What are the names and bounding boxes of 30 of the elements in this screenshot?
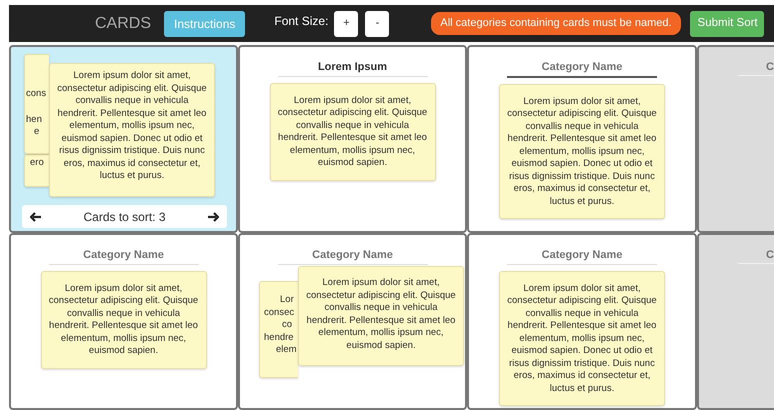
card-text: Lor (280, 294, 294, 306)
next-arrow-icon[interactable] (207, 212, 219, 222)
card[interactable]: Lorem ipsum dolor sit amet, consectetur adipiscing elit. Quisque convallis neque in vehicula hendrerit. Pellentesque sit amet leo elementum, mollis ipsum nec, euismod sapien. Donec ut odio et risus dignissim tristique. Duis nunc eros, maximus id consectetur et, luctus et purus. (499, 270, 665, 406)
card[interactable]: ero (24, 154, 49, 187)
category-name-field: C (738, 247, 774, 264)
card-text: elem (276, 344, 297, 356)
decrease-font-button[interactable]: - (365, 10, 390, 36)
card-text: co (282, 319, 292, 332)
previous-arrow-icon[interactable] (30, 212, 42, 222)
category-name-field: C (738, 59, 774, 76)
app-title: CARDS (95, 14, 152, 34)
cards-to-sort-count: Cards to sort: 3 (83, 208, 166, 226)
card-text: cons (26, 88, 46, 100)
card-text: hen (26, 114, 42, 126)
card[interactable]: Lorem ipsum dolor sit amet, consectetur adipiscing elit. Quisque convallis neque in vehicula hendrerit. Pellentesque sit amet leo elementum, mollis ipsum nec, euismod sapien. (298, 266, 464, 366)
increase-font-button[interactable]: + (334, 10, 358, 36)
card[interactable]: Lorem ipsum dolor sit amet, consectetur adipiscing elit. Quisque convallis neque in vehicula hendrerit. Pellentesque sit amet leo elementum, mollis ipsum nec, euismod sapien. (40, 270, 206, 368)
category-name-field[interactable]: Lorem Ipsum (278, 59, 428, 76)
card-text: e (34, 126, 40, 138)
alert-message: All categories containing cards must be named. (431, 12, 681, 35)
card[interactable]: cons hen e (24, 54, 49, 154)
card[interactable]: Lorem ipsum dolor sit amet, consectetur adipiscing elit. Quisque convallis neque in vehicula hendrerit. Pellentesque sit amet leo elementum, mollis ipsum nec, euismod sapien. Donec ut odio et risus dignissim tristique. Duis nunc eros, maximus id consectetur et, luctus et purus. (499, 84, 665, 219)
card-text: ero (30, 157, 44, 170)
card-text: consec (264, 307, 294, 320)
card[interactable]: Lorem ipsum dolor sit amet, consectetur adipiscing elit. Quisque convallis neque in vehicula hendrerit. Pellentesque sit amet leo elementum, mollis ipsum nec, euismod sapien. Donec ut odio et risus dignissim tristique. Duis nunc eros, maximus id consectetur et, luctus et purus. (49, 63, 215, 197)
font-size-label: Font Size: (274, 13, 328, 30)
card-text: hendre (264, 332, 294, 344)
category-name-field[interactable]: Category Name (507, 59, 657, 78)
card[interactable]: Lor consec co hendre elem (259, 281, 298, 378)
card[interactable]: Lorem ipsum dolor sit amet, consectetur adipiscing elit. Quisque convallis neque in vehicula hendrerit. Pellentesque sit amet leo elementum, mollis ipsum nec, euismod sapien. (270, 82, 436, 180)
